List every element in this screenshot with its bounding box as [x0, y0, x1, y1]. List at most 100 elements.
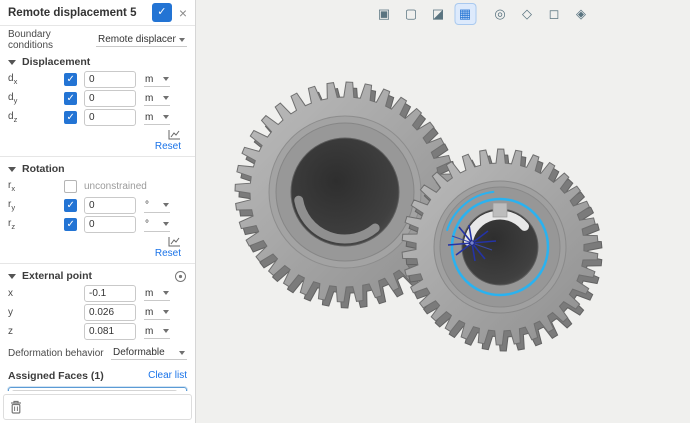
external-z-input[interactable]	[84, 323, 136, 340]
dy-checkbox[interactable]	[64, 92, 77, 105]
divider	[0, 156, 195, 157]
rotation-reset-link[interactable]: Reset	[155, 248, 181, 259]
displacement-reset-link[interactable]: Reset	[155, 141, 181, 152]
panel-title: Remote displacement 5	[8, 7, 152, 19]
dy-input[interactable]	[84, 90, 136, 107]
rz-checkbox[interactable]	[64, 218, 77, 231]
dz-unit-value: m	[145, 112, 153, 123]
ry-unit-select[interactable]: °	[144, 199, 170, 213]
panel-header: Remote displacement 5 ✓ ×	[0, 0, 195, 26]
deformation-row: Deformation behavior Deformable	[8, 343, 187, 363]
dz-row: dz m	[8, 109, 187, 126]
isometric-view-icon[interactable]: ◇	[517, 4, 537, 24]
external-z-unit-select[interactable]: m	[144, 325, 170, 339]
chevron-down-icon	[163, 96, 169, 100]
boundary-conditions-label: Boundary conditions	[8, 29, 96, 51]
viewport-3d[interactable]: ▣ ▢ ◪ ▦ ◎ ◇ ◻ ◈	[196, 0, 690, 423]
chevron-down-icon	[163, 115, 169, 119]
rz-label: rz	[8, 218, 64, 231]
view-settings-icon[interactable]: ◈	[571, 4, 591, 24]
external-x-unit-value: m	[145, 288, 153, 299]
dz-input[interactable]	[84, 109, 136, 126]
dx-unit-select[interactable]: m	[144, 73, 170, 87]
delete-icon[interactable]	[10, 400, 22, 414]
chevron-down-icon	[163, 310, 169, 314]
dx-input[interactable]	[84, 71, 136, 88]
apply-button[interactable]: ✓	[152, 3, 172, 22]
rz-input[interactable]	[84, 216, 136, 233]
box-select-icon[interactable]: ◻	[544, 4, 564, 24]
boundary-conditions-value: Remote displacemen	[98, 34, 176, 45]
rotation-chart-icon[interactable]	[168, 236, 181, 247]
section-view-icon[interactable]: ◪	[428, 4, 448, 24]
gears-3d-model[interactable]	[196, 0, 689, 423]
rotation-section-label: Rotation	[22, 163, 65, 175]
panel-footer	[3, 394, 192, 420]
settings-panel: Remote displacement 5 ✓ × Boundary condi…	[0, 0, 196, 423]
focus-view-icon[interactable]: ◎	[490, 4, 510, 24]
rz-unit-select[interactable]: °	[144, 218, 170, 232]
ry-row: ry °	[8, 197, 187, 214]
rx-label: rx	[8, 180, 64, 193]
displacement-section-label: Displacement	[22, 56, 90, 68]
shaded-view-icon[interactable]: ▣	[374, 4, 394, 24]
dx-checkbox[interactable]	[64, 73, 77, 86]
chevron-down-icon	[163, 222, 169, 226]
dz-label: dz	[8, 111, 64, 124]
external-y-unit-value: m	[145, 307, 153, 318]
displacement-chart-icon[interactable]	[168, 129, 181, 140]
ry-input[interactable]	[84, 197, 136, 214]
external-y-input[interactable]	[84, 304, 136, 321]
ry-checkbox[interactable]	[64, 199, 77, 212]
dy-row: dy m	[8, 90, 187, 107]
dz-unit-select[interactable]: m	[144, 111, 170, 125]
chevron-down-icon	[8, 60, 16, 65]
wireframe-view-icon[interactable]: ▢	[401, 4, 421, 24]
close-icon[interactable]: ×	[179, 6, 187, 20]
deformation-label: Deformation behavior	[8, 348, 104, 359]
mesh-view-icon[interactable]: ▦	[455, 4, 475, 24]
external-y-unit-select[interactable]: m	[144, 306, 170, 320]
chevron-down-icon	[8, 274, 16, 279]
boundary-conditions-row: Boundary conditions Remote displacemen	[8, 30, 187, 50]
ry-unit-value: °	[145, 200, 149, 211]
dz-checkbox[interactable]	[64, 111, 77, 124]
dx-unit-value: m	[145, 74, 153, 85]
dx-row: dx m	[8, 71, 187, 88]
displacement-section-header[interactable]: Displacement	[8, 53, 187, 71]
chevron-down-icon	[163, 77, 169, 81]
dy-unit-value: m	[145, 93, 153, 104]
external-x-input[interactable]	[84, 285, 136, 302]
chevron-down-icon	[179, 351, 185, 355]
dy-unit-select[interactable]: m	[144, 92, 170, 106]
boundary-conditions-select[interactable]: Remote displacemen	[96, 33, 187, 47]
external-point-section-header[interactable]: External point	[8, 267, 187, 285]
rotation-reset-row: Reset	[8, 235, 187, 259]
external-x-unit-select[interactable]: m	[144, 287, 170, 301]
divider	[0, 263, 195, 264]
external-y-label: y	[8, 307, 64, 318]
panel-body: Boundary conditions Remote displacemen D…	[0, 26, 195, 391]
assigned-faces-label: Assigned Faces (1)	[8, 370, 104, 382]
external-z-label: z	[8, 326, 64, 337]
chevron-down-icon	[163, 329, 169, 333]
dx-label: dx	[8, 73, 64, 86]
deformation-select[interactable]: Deformable	[111, 346, 187, 360]
app: Remote displacement 5 ✓ × Boundary condi…	[0, 0, 690, 423]
rz-unit-value: °	[145, 219, 149, 230]
rz-row: rz °	[8, 216, 187, 233]
external-z-row: z m	[8, 323, 187, 340]
rx-checkbox[interactable]	[64, 180, 77, 193]
face-chip: face1003@EnsiÃ¶ kÃ¤ytettÃ¤vÃ¤ Z35 ×	[12, 390, 177, 391]
external-z-unit-value: m	[145, 326, 153, 337]
clear-list-link[interactable]: Clear list	[148, 370, 187, 381]
pick-point-icon[interactable]	[174, 270, 187, 283]
external-x-row: x m	[8, 285, 187, 302]
assigned-faces-row: Assigned Faces (1) Clear list	[8, 367, 187, 384]
external-y-row: y m	[8, 304, 187, 321]
deformation-value: Deformable	[113, 347, 165, 358]
rotation-section-header[interactable]: Rotation	[8, 160, 187, 178]
chevron-down-icon	[163, 291, 169, 295]
chevron-down-icon	[163, 203, 169, 207]
assigned-faces-input[interactable]: face1003@EnsiÃ¶ kÃ¤ytettÃ¤vÃ¤ Z35 ×	[8, 387, 187, 391]
